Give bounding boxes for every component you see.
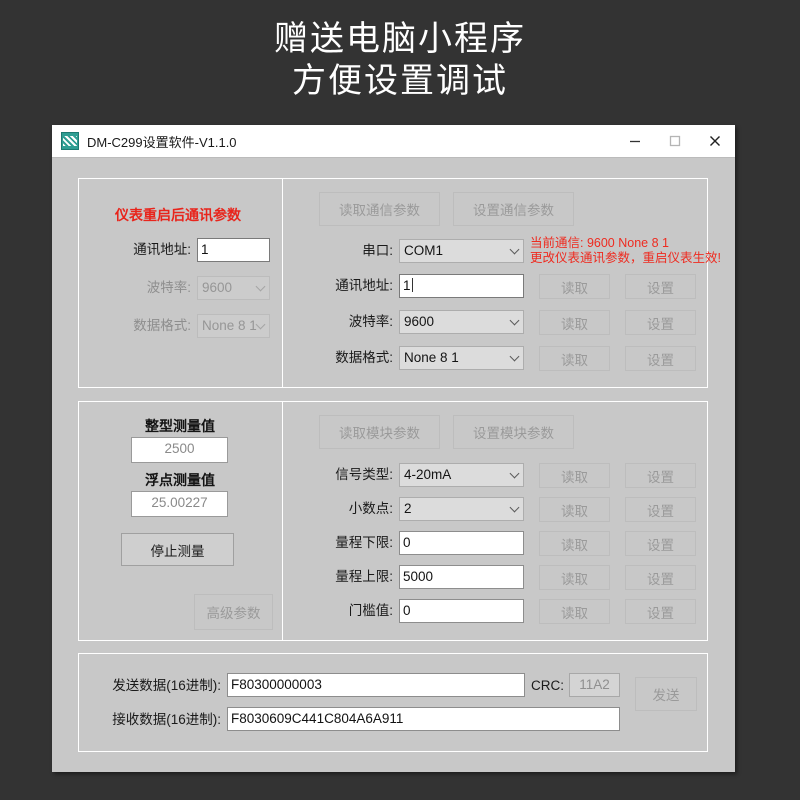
comm-addr-set-button[interactable]: 设置 (625, 274, 696, 299)
chevron-down-icon (509, 351, 520, 362)
current-comm-warning-line1: 当前通信: 9600 None 8 1 (530, 236, 669, 250)
baudrate-label: 波特率: (348, 314, 393, 329)
restart-comm-params-header: 仪表重启后通讯参数 (115, 207, 241, 223)
window-controls (615, 125, 735, 157)
receive-data-label: 接收数据(16进制): (112, 712, 221, 727)
app-icon (61, 132, 79, 150)
signal-type-combo[interactable]: 4-20mA (399, 463, 524, 487)
range-high-label: 量程上限: (335, 569, 393, 584)
set-comm-params-button[interactable]: 设置通信参数 (453, 192, 574, 226)
window-title: DM-C299设置软件-V1.1.0 (87, 134, 237, 150)
maximize-icon[interactable] (655, 125, 695, 157)
range-low-set-button[interactable]: 设置 (625, 531, 696, 556)
comm-addr-label: 通讯地址: (335, 278, 393, 293)
left-baudrate-value: 9600 (202, 280, 233, 295)
decimal-point-read-button[interactable]: 读取 (539, 497, 610, 522)
chevron-down-icon (255, 319, 266, 330)
module-parameters-group: 整型测量值 2500 浮点测量值 25.00227 停止测量 高级参数 读取模块… (78, 401, 708, 641)
group-divider (282, 402, 283, 640)
range-low-label: 量程下限: (335, 535, 393, 550)
range-low-read-button[interactable]: 读取 (539, 531, 610, 556)
current-comm-warning-line2: 更改仪表通讯参数，重启仪表生效! (530, 251, 721, 265)
communication-parameters-group: 仪表重启后通讯参数 通讯地址: 1 波特率: 9600 数据格式: None 8… (78, 178, 721, 388)
chevron-down-icon (509, 315, 520, 326)
baudrate-value: 9600 (404, 314, 435, 329)
dataformat-combo[interactable]: None 8 1 (399, 346, 524, 370)
crc-value: 11A2 (569, 673, 620, 697)
dataformat-value: None 8 1 (404, 350, 459, 365)
serial-port-label: 串口: (362, 243, 393, 258)
dataformat-read-button[interactable]: 读取 (539, 346, 610, 371)
group-divider (282, 179, 283, 387)
serial-port-value: COM1 (404, 243, 444, 258)
threshold-label: 门槛值: (348, 603, 393, 618)
signal-type-read-button[interactable]: 读取 (539, 463, 610, 488)
baudrate-read-button[interactable]: 读取 (539, 310, 610, 335)
client-area: 仪表重启后通讯参数 通讯地址: 1 波特率: 9600 数据格式: None 8… (52, 157, 735, 772)
left-comm-addr-value: 1 (201, 242, 209, 257)
promo-banner: 赠送电脑小程序 方便设置调试 (0, 0, 800, 120)
left-comm-addr-input[interactable]: 1 (197, 238, 270, 262)
send-button[interactable]: 发送 (635, 677, 697, 711)
text-caret (411, 278, 413, 292)
serial-port-combo[interactable]: COM1 (399, 239, 524, 263)
application-window: DM-C299设置软件-V1.1.0 仪表重启后通讯参数 通讯地址: 1 波特率… (52, 125, 735, 772)
range-high-input[interactable]: 5000 (399, 565, 524, 589)
float-measurement-title: 浮点测量值 (145, 472, 215, 488)
comm-addr-read-button[interactable]: 读取 (539, 274, 610, 299)
range-low-input[interactable]: 0 (399, 531, 524, 555)
send-data-input[interactable]: F80300000003 (227, 673, 525, 697)
signal-type-set-button[interactable]: 设置 (625, 463, 696, 488)
left-dataformat-value: None 8 1 (202, 318, 257, 333)
chevron-down-icon (509, 502, 520, 513)
threshold-set-button[interactable]: 设置 (625, 599, 696, 624)
chevron-down-icon (255, 281, 266, 292)
minimize-icon[interactable] (615, 125, 655, 157)
data-transfer-group: 发送数据(16进制): F80300000003 CRC: 11A2 发送 接收… (78, 653, 708, 752)
decimal-point-set-button[interactable]: 设置 (625, 497, 696, 522)
chevron-down-icon (509, 468, 520, 479)
left-dataformat-combo: None 8 1 (197, 314, 270, 338)
left-comm-addr-label: 通讯地址: (133, 242, 191, 257)
baudrate-set-button[interactable]: 设置 (625, 310, 696, 335)
receive-data-input[interactable]: F8030609C441C804A6A911 (227, 707, 620, 731)
decimal-point-label: 小数点: (348, 501, 393, 516)
dataformat-label: 数据格式: (335, 350, 393, 365)
int-measurement-value: 2500 (131, 437, 228, 463)
signal-type-value: 4-20mA (404, 467, 452, 482)
read-comm-params-button[interactable]: 读取通信参数 (319, 192, 440, 226)
banner-line-1: 赠送电脑小程序 (274, 20, 526, 58)
decimal-point-value: 2 (404, 501, 412, 516)
stop-measurement-button[interactable]: 停止测量 (121, 533, 234, 566)
left-dataformat-label: 数据格式: (133, 318, 191, 333)
float-measurement-value: 25.00227 (131, 491, 228, 517)
left-baudrate-combo: 9600 (197, 276, 270, 300)
range-high-read-button[interactable]: 读取 (539, 565, 610, 590)
baudrate-combo[interactable]: 9600 (399, 310, 524, 334)
title-bar[interactable]: DM-C299设置软件-V1.1.0 (52, 125, 735, 157)
left-baudrate-label: 波特率: (146, 280, 191, 295)
close-icon[interactable] (695, 125, 735, 157)
int-measurement-title: 整型测量值 (145, 418, 215, 434)
threshold-input[interactable]: 0 (399, 599, 524, 623)
set-module-params-button[interactable]: 设置模块参数 (453, 415, 574, 449)
crc-label: CRC: (531, 678, 564, 693)
threshold-read-button[interactable]: 读取 (539, 599, 610, 624)
range-high-set-button[interactable]: 设置 (625, 565, 696, 590)
dataformat-set-button[interactable]: 设置 (625, 346, 696, 371)
comm-addr-input[interactable]: 1 (399, 274, 524, 298)
advanced-params-button[interactable]: 高级参数 (194, 594, 273, 630)
decimal-point-combo[interactable]: 2 (399, 497, 524, 521)
banner-line-2: 方便设置调试 (292, 62, 508, 100)
send-data-label: 发送数据(16进制): (112, 678, 221, 693)
chevron-down-icon (509, 244, 520, 255)
comm-addr-value: 1 (403, 278, 411, 293)
signal-type-label: 信号类型: (335, 467, 393, 482)
read-module-params-button[interactable]: 读取模块参数 (319, 415, 440, 449)
